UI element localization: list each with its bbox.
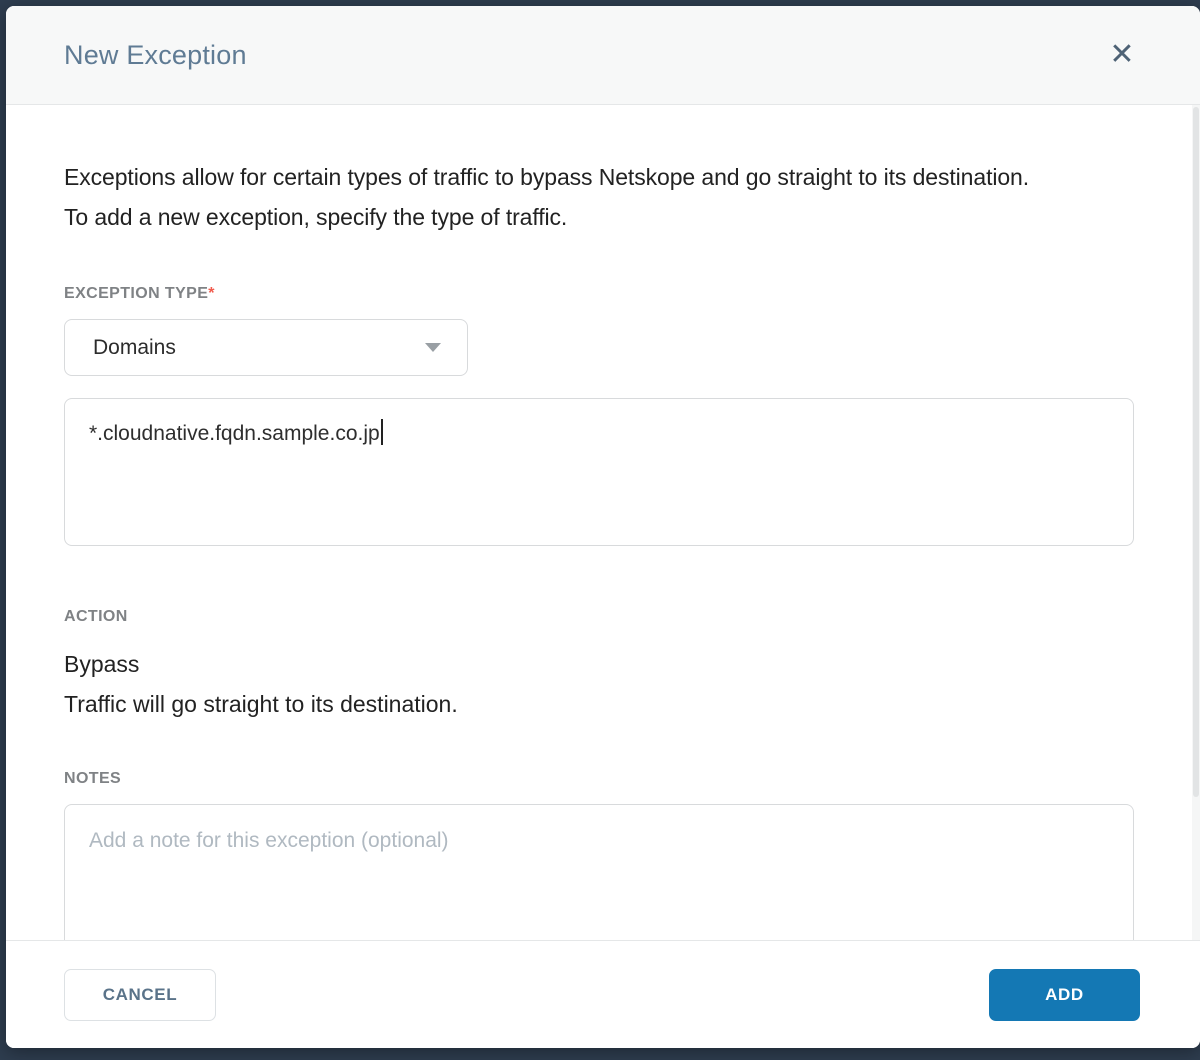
exception-type-selected-value: Domains bbox=[93, 335, 176, 359]
domains-input-value: *.cloudnative.fqdn.sample.co.jp bbox=[89, 422, 380, 445]
close-icon: ✕ bbox=[1109, 38, 1135, 71]
dialog-description: Exceptions allow for certain types of tr… bbox=[64, 164, 1030, 230]
scrollbar-thumb[interactable] bbox=[1193, 107, 1199, 797]
new-exception-dialog: New Exception ✕ Exceptions allow for cer… bbox=[6, 6, 1200, 1048]
exception-type-label-text: EXCEPTION TYPE bbox=[64, 285, 209, 302]
action-label: ACTION bbox=[64, 608, 128, 625]
dialog-body: Exceptions allow for certain types of tr… bbox=[6, 105, 1200, 940]
action-description: Traffic will go straight to its destinat… bbox=[64, 691, 458, 717]
page-title: New Exception bbox=[64, 39, 247, 70]
domains-input[interactable]: *.cloudnative.fqdn.sample.co.jp bbox=[64, 398, 1134, 546]
text-cursor bbox=[380, 419, 383, 445]
close-button[interactable]: ✕ bbox=[1102, 35, 1142, 75]
chevron-down-icon bbox=[425, 343, 441, 352]
notes-label: NOTES bbox=[64, 770, 122, 787]
exception-type-label: EXCEPTION TYPE* bbox=[64, 285, 1133, 303]
dialog-footer: CANCEL ADD bbox=[6, 940, 1200, 1048]
cancel-button[interactable]: CANCEL bbox=[64, 968, 216, 1021]
required-asterisk: * bbox=[208, 285, 215, 302]
exception-type-dropdown[interactable]: Domains bbox=[64, 319, 468, 376]
add-button[interactable]: ADD bbox=[989, 968, 1140, 1021]
action-value: Bypass bbox=[64, 651, 140, 677]
dialog-header: New Exception ✕ bbox=[6, 6, 1200, 105]
notes-input[interactable] bbox=[64, 804, 1134, 940]
scrollbar[interactable] bbox=[1192, 105, 1200, 940]
